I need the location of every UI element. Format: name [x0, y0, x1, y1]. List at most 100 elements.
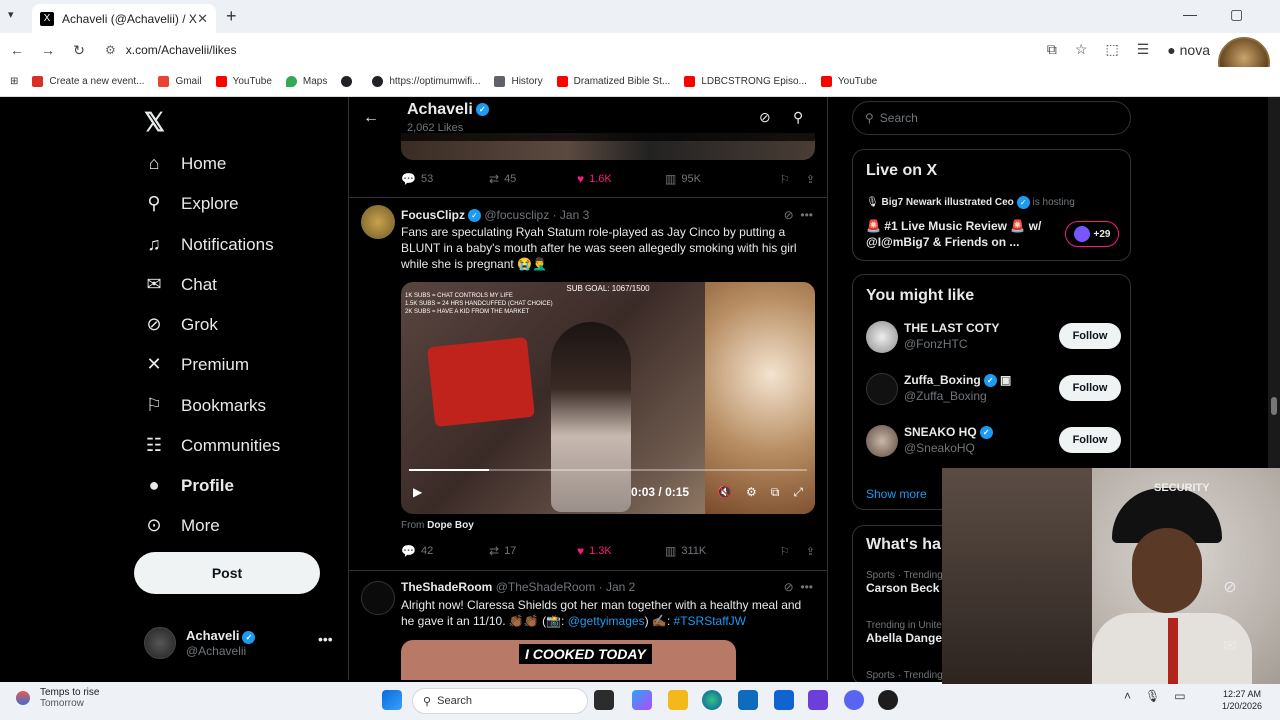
microphone-icon[interactable]: 🎙	[1145, 689, 1160, 703]
profile-chip[interactable]: ● nova	[1167, 42, 1210, 58]
github-icon[interactable]	[878, 690, 898, 710]
taskbar-search[interactable]: ⚲ Search	[412, 688, 588, 714]
mute-icon[interactable]: 🔇	[717, 485, 732, 499]
share-icon[interactable]: ⇪	[806, 545, 815, 558]
bookmark-item[interactable]: Dramatized Bible St...	[556, 76, 670, 87]
post-media[interactable]: I COOKED TODAY	[401, 640, 736, 680]
bookmark-item[interactable]: Gmail	[158, 76, 202, 87]
follow-button[interactable]: Follow	[1059, 427, 1121, 453]
nav-more[interactable]: ⊙ More	[144, 515, 219, 536]
nav-profile[interactable]: ● Profile	[144, 475, 234, 496]
bookmark-item[interactable]: Maps	[285, 76, 327, 87]
bookmark-item[interactable]: YouTube	[215, 76, 272, 87]
back-arrow-icon[interactable]: ←	[363, 109, 379, 127]
post-date[interactable]: · Jan 3	[553, 208, 590, 222]
nav-explore[interactable]: ⚲ Explore	[144, 193, 238, 214]
author-name[interactable]: FocusClipz	[401, 208, 465, 222]
nav-grok[interactable]: ⊘ Grok	[144, 314, 217, 335]
bookmark-item[interactable]	[341, 76, 358, 87]
space-title[interactable]: 🚨 #1 Live Music Review 🚨 w/ @I@mBig7 & F…	[866, 218, 1066, 250]
suggested-user[interactable]: SNEAKO HQ ✓ @SneakoHQ Follow	[866, 423, 1121, 459]
bookmark-item[interactable]: https://optimumwifi...	[372, 76, 480, 87]
trend-item[interactable]: Sports · Trending Carson Beck	[866, 570, 943, 595]
copilot-icon[interactable]	[632, 690, 652, 710]
edge-icon[interactable]	[702, 690, 722, 710]
suggested-user[interactable]: THE LAST COTY @FonzHTC Follow	[866, 319, 1121, 355]
author-handle[interactable]: @TheShadeRoom	[496, 580, 596, 594]
mention-link[interactable]: @gettyimages	[568, 614, 645, 628]
apps-icon[interactable]: ⊞	[10, 76, 18, 87]
share-icon[interactable]: ⇪	[806, 173, 815, 186]
views-button[interactable]: ▥ 311K	[665, 544, 753, 558]
bookmark-item[interactable]: LDBCSTRONG Episo...	[684, 76, 807, 87]
editor-icon[interactable]	[808, 690, 828, 710]
task-view-icon[interactable]	[594, 690, 614, 710]
repost-button[interactable]: ⇄ 45	[489, 172, 577, 186]
follow-button[interactable]: Follow	[1059, 323, 1121, 349]
suggested-user[interactable]: Zuffa_Boxing ✓ ▣ @Zuffa_Boxing Follow	[866, 371, 1121, 407]
post-date[interactable]: · Jan 2	[599, 580, 636, 594]
close-tab-icon[interactable]: ✕	[197, 11, 208, 27]
listeners-badge[interactable]: +29	[1065, 221, 1119, 247]
post-more-icon[interactable]: ⊘ •••	[784, 580, 813, 594]
x-logo-icon[interactable]: 𝕏	[144, 107, 165, 138]
site-info-icon[interactable]: ⚙	[105, 43, 116, 57]
bookmark-icon[interactable]: ⚐	[780, 173, 790, 186]
weather-widget[interactable]: Temps to rise Tomorrow	[16, 687, 99, 709]
repost-button[interactable]: ⇄ 17	[489, 544, 577, 558]
extensions-icon[interactable]: ⬚	[1105, 41, 1118, 58]
chevron-up-icon[interactable]: ˄	[1124, 689, 1131, 703]
nav-chat[interactable]: ✉ Chat	[144, 274, 216, 295]
nav-bookmarks[interactable]: ⚐ Bookmarks	[144, 395, 266, 416]
star-icon[interactable]: ☆	[1075, 41, 1088, 58]
nav-notifications[interactable]: ♫ Notifications	[144, 234, 273, 255]
search-input[interactable]	[879, 111, 1110, 125]
like-button[interactable]: ♥ 1.6K	[577, 172, 665, 186]
reply-button[interactable]: 💬 42	[401, 544, 489, 558]
author-handle[interactable]: @focusclipz	[484, 208, 549, 222]
new-tab-button[interactable]: +	[226, 6, 237, 27]
like-button[interactable]: ♥ 1.3K	[577, 544, 665, 558]
hashtag-link[interactable]: #TSRStaffJW	[674, 614, 746, 628]
search-icon[interactable]: ⚲	[793, 109, 803, 126]
video-progress-bar[interactable]	[409, 469, 807, 471]
minimize-icon[interactable]: —	[1183, 6, 1197, 22]
url-field[interactable]: ⚙ x.com/Achavelii/likes	[105, 43, 985, 57]
bookmark-item[interactable]: History	[494, 76, 543, 87]
nav-premium[interactable]: ✕ Premium	[144, 354, 249, 375]
forward-icon[interactable]: →	[34, 42, 62, 58]
post-avatar[interactable]	[361, 581, 395, 615]
video-player[interactable]: SUB GOAL: 1067/1500 1K SUBS = CHAT CONTR…	[401, 282, 815, 514]
search-box[interactable]: ⚲	[852, 101, 1131, 135]
post-button[interactable]: Post	[134, 552, 320, 594]
from-name[interactable]: Dope Boy	[427, 520, 474, 531]
file-explorer-icon[interactable]	[668, 690, 688, 710]
maximize-icon[interactable]: ▢	[1230, 6, 1243, 23]
bookmark-icon[interactable]: ⚐	[780, 545, 790, 558]
reload-icon[interactable]: ↻	[65, 42, 93, 59]
nav-communities[interactable]: ☷ Communities	[144, 435, 280, 456]
author-name[interactable]: TheShadeRoom	[401, 580, 492, 594]
pip-icon[interactable]: ⧉	[771, 485, 780, 500]
play-icon[interactable]: ▶	[413, 485, 422, 499]
grok-icon[interactable]: ⊘	[759, 109, 771, 126]
follow-button[interactable]: Follow	[1059, 375, 1121, 401]
cast-icon[interactable]: ⧉	[1047, 41, 1057, 58]
outlook-icon[interactable]	[774, 690, 794, 710]
bookmark-item[interactable]: YouTube	[820, 76, 877, 87]
more-dots-icon[interactable]: •••	[318, 631, 333, 647]
discord-icon[interactable]	[844, 690, 864, 710]
fullscreen-icon[interactable]: ⤢	[793, 485, 803, 500]
views-button[interactable]: ▥ 95K	[665, 172, 753, 186]
browser-tab[interactable]: X Achaveli (@Achavelii) / X ✕	[32, 4, 216, 33]
post-more-icon[interactable]: ⊘ •••	[784, 208, 813, 222]
show-more-link[interactable]: Show more	[866, 487, 927, 501]
account-switcher[interactable]: Achaveli ✓ @Achavelii •••	[144, 627, 333, 659]
clock[interactable]: 12:27 AM 1/20/2026	[1222, 688, 1262, 712]
bookmark-item[interactable]: Create a new event...	[32, 76, 144, 87]
reading-list-icon[interactable]: ☰	[1137, 41, 1150, 58]
nav-home[interactable]: ⌂ Home	[144, 153, 227, 174]
tab-search-icon[interactable]: ▾	[8, 8, 14, 21]
reply-button[interactable]: 💬 53	[401, 172, 489, 186]
post-avatar[interactable]	[361, 205, 395, 239]
